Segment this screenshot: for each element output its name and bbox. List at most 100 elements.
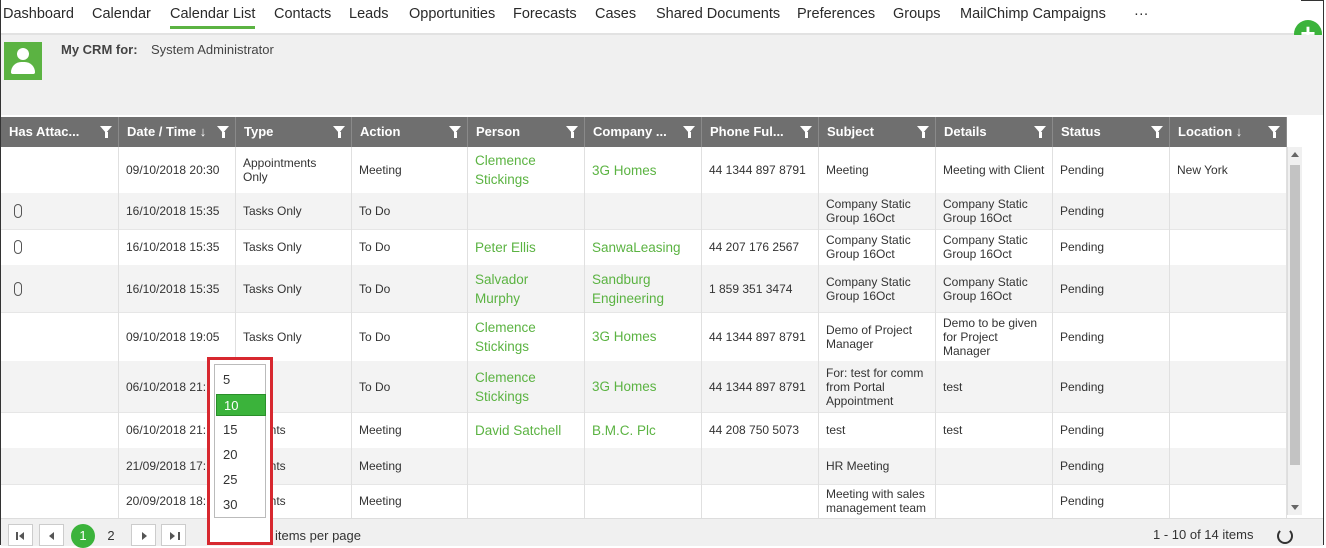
top-navigation: Dashboard Calendar Calendar List Contacts Le… <box>1 0 1301 35</box>
filter-icon[interactable] <box>1034 126 1046 138</box>
table-row[interactable]: 21/09/2018 17:ntmentsMeetingHR MeetingPe… <box>1 448 1287 485</box>
person-cell[interactable]: David Satchell <box>468 412 585 448</box>
page-size-option[interactable]: 25 <box>216 469 266 491</box>
nav-item[interactable]: MailChimp Campaigns <box>960 6 1106 22</box>
company-cell[interactable]: B.M.C. Plc <box>585 412 702 448</box>
action-cell: Meeting <box>352 147 468 193</box>
company-cell[interactable]: 3G Homes <box>585 147 702 193</box>
person-text[interactable]: Clemence Stickings <box>475 318 577 356</box>
person-cell[interactable] <box>468 193 585 229</box>
nav-item[interactable]: Calendar List <box>170 6 256 29</box>
filter-icon[interactable] <box>1151 126 1163 138</box>
company-cell[interactable]: 3G Homes <box>585 361 702 412</box>
company-text[interactable]: B.M.C. Plc <box>592 421 656 440</box>
column-header[interactable]: Details <box>936 117 1053 147</box>
column-header[interactable]: Has Attac... <box>1 117 119 147</box>
column-header[interactable]: Status <box>1053 117 1170 147</box>
subject-text: Company Static Group 16Oct <box>826 233 911 261</box>
person-cell[interactable]: Clemence Stickings <box>468 312 585 361</box>
paperclip-icon[interactable] <box>14 204 22 218</box>
filter-icon[interactable] <box>1268 126 1280 138</box>
column-header[interactable]: Type <box>236 117 352 147</box>
nav-item[interactable]: Calendar <box>92 6 151 22</box>
last-page-button[interactable] <box>161 524 186 546</box>
column-header[interactable]: Subject <box>819 117 936 147</box>
company-text[interactable]: 3G Homes <box>592 377 657 396</box>
table-row[interactable]: 06/10/2018 21:ntmentsMeetingDavid Satche… <box>1 412 1287 449</box>
nav-item[interactable]: Preferences <box>797 6 875 22</box>
filter-icon[interactable] <box>217 126 229 138</box>
first-page-button[interactable] <box>8 524 33 546</box>
person-cell[interactable]: Clemence Stickings <box>468 361 585 412</box>
company-text[interactable]: 3G Homes <box>592 327 657 346</box>
scroll-thumb[interactable] <box>1290 165 1300 465</box>
filter-icon[interactable] <box>566 126 578 138</box>
page-1-button[interactable]: 1 <box>71 524 95 548</box>
table-row[interactable]: 06/10/2018 21:OnlyTo DoClemence Sticking… <box>1 361 1287 413</box>
column-header[interactable]: Person <box>468 117 585 147</box>
person-text[interactable]: Clemence Stickings <box>475 151 577 189</box>
nav-item[interactable]: Groups <box>893 6 941 22</box>
company-text[interactable]: 3G Homes <box>592 161 657 180</box>
person-cell[interactable] <box>468 484 585 518</box>
page-size-option[interactable]: 5 <box>216 369 266 391</box>
paperclip-icon[interactable] <box>14 240 22 254</box>
calendar-grid: Has Attac... Date / Time ↓ Type Action Perso… <box>1 115 1303 519</box>
filter-icon[interactable] <box>333 126 345 138</box>
filter-icon[interactable] <box>800 126 812 138</box>
company-cell[interactable]: 3G Homes <box>585 312 702 361</box>
table-row[interactable]: 20/09/2018 18:ntmentsMeetingMeeting with… <box>1 484 1287 519</box>
person-text[interactable]: Salvador Murphy <box>475 270 577 308</box>
page-size-option[interactable]: 10 <box>216 394 266 416</box>
person-cell[interactable]: Salvador Murphy <box>468 265 585 312</box>
company-text[interactable]: SanwaLeasing <box>592 238 681 257</box>
nav-item[interactable]: Leads <box>349 6 389 22</box>
person-text[interactable]: Clemence Stickings <box>475 368 577 406</box>
person-cell[interactable]: Peter Ellis <box>468 229 585 265</box>
nav-item[interactable]: Forecasts <box>513 6 577 22</box>
nav-item[interactable]: Contacts <box>274 6 331 22</box>
scroll-down-icon[interactable] <box>1291 505 1299 510</box>
company-cell[interactable]: Sandburg Engineering <box>585 265 702 312</box>
column-header[interactable]: Action <box>352 117 468 147</box>
company-cell[interactable]: SanwaLeasing <box>585 229 702 265</box>
person-text[interactable]: Peter Ellis <box>475 238 536 257</box>
nav-item[interactable]: Opportunities <box>409 6 495 22</box>
column-header[interactable]: Date / Time ↓ <box>119 117 236 147</box>
filter-icon[interactable] <box>917 126 929 138</box>
vertical-scrollbar[interactable] <box>1287 147 1302 515</box>
table-row[interactable]: 16/10/2018 15:35 Tasks Only To Do Peter Ell… <box>1 229 1287 266</box>
company-cell[interactable] <box>585 193 702 229</box>
person-cell[interactable] <box>468 448 585 484</box>
scroll-up-icon[interactable] <box>1291 152 1299 157</box>
column-header[interactable]: Phone Ful... <box>702 117 819 147</box>
page-2-button[interactable]: 2 <box>99 524 123 548</box>
company-cell[interactable] <box>585 484 702 518</box>
company-cell[interactable] <box>585 448 702 484</box>
table-row[interactable]: 09/10/2018 19:05 Tasks Only To Do Clemence … <box>1 312 1287 362</box>
nav-item[interactable]: Dashboard <box>3 6 74 22</box>
phone-cell <box>702 484 819 518</box>
filter-icon[interactable] <box>100 126 112 138</box>
filter-icon[interactable] <box>449 126 461 138</box>
person-cell[interactable]: Clemence Stickings <box>468 147 585 193</box>
filter-icon[interactable] <box>683 126 695 138</box>
column-header[interactable]: Location ↓ <box>1170 117 1287 147</box>
table-row[interactable]: 09/10/2018 20:30 Appointments Only Meeting… <box>1 147 1287 194</box>
page-size-option[interactable]: 15 <box>216 419 266 441</box>
refresh-icon[interactable] <box>1277 528 1293 544</box>
page-size-option[interactable]: 30 <box>216 494 266 516</box>
table-row[interactable]: 16/10/2018 15:35 Tasks Only To Do Company S… <box>1 193 1287 230</box>
nav-item[interactable]: Cases <box>595 6 636 22</box>
column-header[interactable]: Company ... <box>585 117 702 147</box>
next-page-button[interactable] <box>131 524 156 546</box>
more-menu-icon[interactable]: ··· <box>1134 6 1149 22</box>
company-text[interactable]: Sandburg Engineering <box>592 270 694 308</box>
prev-page-button[interactable] <box>39 524 64 546</box>
page-size-option[interactable]: 20 <box>216 444 266 466</box>
action-cell: To Do <box>352 193 468 229</box>
nav-item[interactable]: Shared Documents <box>656 6 780 22</box>
person-text[interactable]: David Satchell <box>475 421 561 440</box>
table-row[interactable]: 16/10/2018 15:35 Tasks Only To Do Salvador … <box>1 265 1287 313</box>
paperclip-icon[interactable] <box>14 281 22 296</box>
